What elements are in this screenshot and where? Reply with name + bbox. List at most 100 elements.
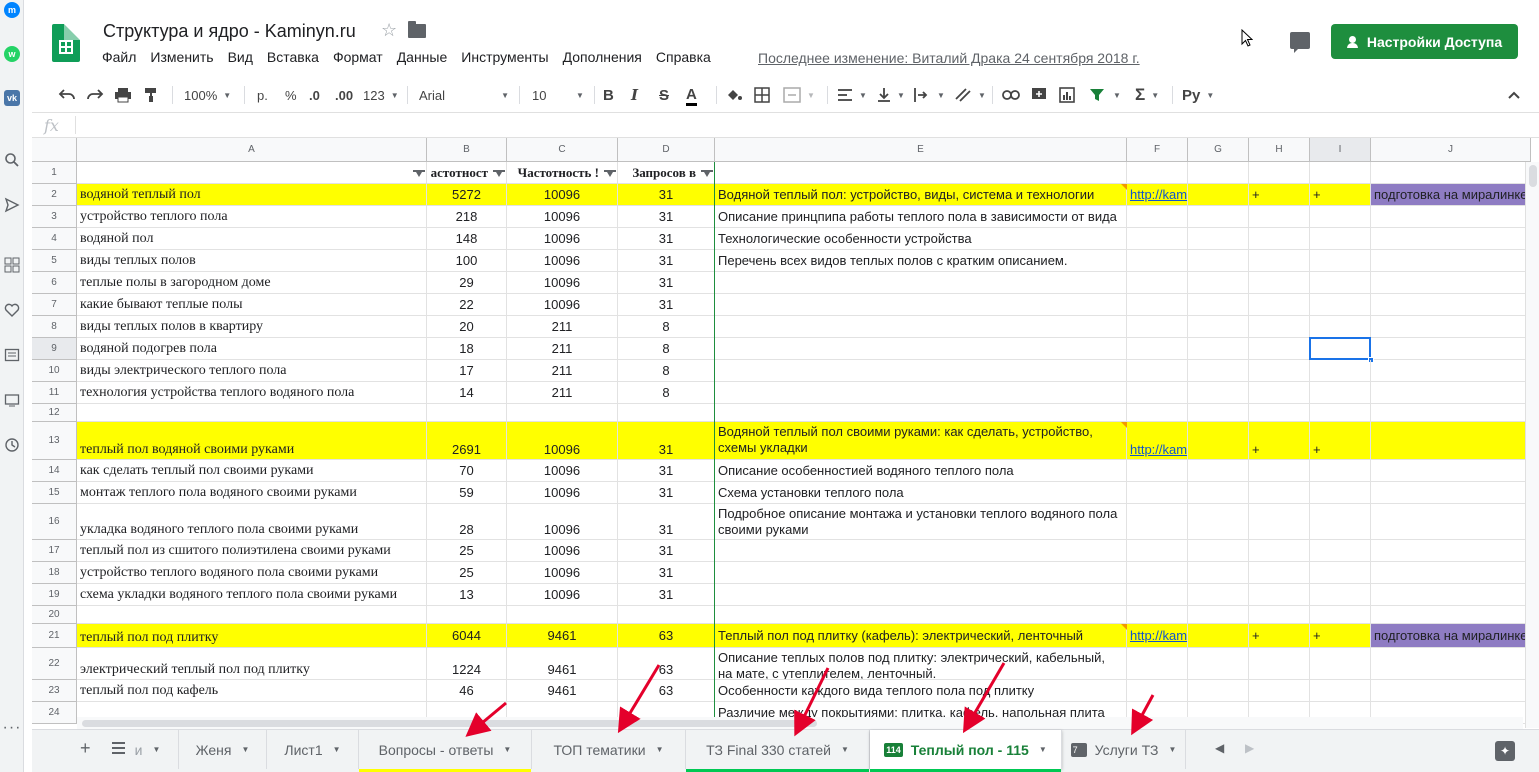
cell-i[interactable]: [1310, 482, 1371, 504]
cell-g[interactable]: [1188, 562, 1249, 584]
cell-e[interactable]: Схема установки теплого пола: [715, 482, 1127, 504]
cell-i[interactable]: [1310, 250, 1371, 272]
cell-i[interactable]: [1310, 460, 1371, 482]
cell-g[interactable]: [1188, 382, 1249, 404]
merge-cells-icon[interactable]: ▼: [783, 85, 815, 105]
filter-icon[interactable]: [1089, 85, 1105, 105]
cell-g[interactable]: [1188, 482, 1249, 504]
column-header-g[interactable]: G: [1188, 138, 1249, 162]
currency-button[interactable]: р.: [257, 85, 268, 105]
history-icon[interactable]: [2, 435, 22, 455]
strikethrough-button[interactable]: S: [659, 85, 669, 105]
whatsapp-icon[interactable]: w: [2, 44, 22, 64]
cell-j[interactable]: подготовка на миралинке: [1371, 184, 1531, 206]
cell-j[interactable]: [1371, 294, 1531, 316]
news-icon[interactable]: [2, 345, 22, 365]
chevron-down-icon[interactable]: ▼: [333, 745, 341, 754]
cell-a[interactable]: виды электрического теплого пола: [77, 360, 427, 382]
cell-c[interactable]: 211: [507, 338, 618, 360]
cell-f[interactable]: [1127, 482, 1188, 504]
cell-a[interactable]: какие бывают теплые полы: [77, 294, 427, 316]
column-header-b[interactable]: B: [427, 138, 507, 162]
cell-e[interactable]: Подробное описание монтажа и установки т…: [715, 504, 1127, 540]
cell-a[interactable]: [77, 404, 427, 422]
cell-e[interactable]: [715, 606, 1127, 624]
cell-i[interactable]: [1310, 584, 1371, 606]
cell-d[interactable]: 31: [618, 250, 715, 272]
cell-f[interactable]: [1127, 404, 1188, 422]
cell-f[interactable]: [1127, 250, 1188, 272]
row-header[interactable]: 19: [32, 584, 77, 606]
sheets-logo-icon[interactable]: [52, 24, 80, 62]
cell-j[interactable]: [1371, 606, 1531, 624]
cell-b[interactable]: 25: [427, 562, 507, 584]
cell-i[interactable]: [1310, 228, 1371, 250]
cell-h[interactable]: [1249, 272, 1310, 294]
cell-d[interactable]: 31: [618, 540, 715, 562]
scroll-tabs-right-icon[interactable]: ▶: [1245, 741, 1254, 755]
chevron-down-icon[interactable]: ▼: [152, 745, 160, 754]
horizontal-scroll-thumb[interactable]: [82, 720, 817, 727]
cell-a[interactable]: устройство теплого пола: [77, 206, 427, 228]
cell-e[interactable]: [715, 338, 1127, 360]
cell-f[interactable]: [1127, 680, 1188, 702]
chevron-down-icon[interactable]: ▼: [503, 745, 511, 754]
cell-g[interactable]: [1188, 360, 1249, 382]
cell-i[interactable]: [1310, 316, 1371, 338]
cell-h[interactable]: [1249, 294, 1310, 316]
cell-g[interactable]: [1188, 540, 1249, 562]
cell-h[interactable]: [1249, 360, 1310, 382]
cell-h[interactable]: [1249, 316, 1310, 338]
cell-j[interactable]: [1371, 228, 1531, 250]
cell-b[interactable]: [427, 404, 507, 422]
chevron-down-icon[interactable]: ▼: [656, 745, 664, 754]
cell-f[interactable]: [1127, 316, 1188, 338]
cell-h[interactable]: [1249, 382, 1310, 404]
cell-d[interactable]: 63: [618, 648, 715, 680]
cell-b[interactable]: 218: [427, 206, 507, 228]
sheet-tab[interactable]: 7 Услуги ТЗ ▼: [1062, 730, 1186, 769]
cell-h[interactable]: [1249, 504, 1310, 540]
cell-j[interactable]: [1371, 250, 1531, 272]
row-header[interactable]: 18: [32, 562, 77, 584]
cell-b[interactable]: 148: [427, 228, 507, 250]
cell-c[interactable]: 9461: [507, 648, 618, 680]
cell-d[interactable]: 31: [618, 228, 715, 250]
borders-icon[interactable]: [754, 85, 770, 105]
cell-c[interactable]: 10096: [507, 272, 618, 294]
cell-c[interactable]: 211: [507, 360, 618, 382]
cell-f[interactable]: [1127, 540, 1188, 562]
cell-e[interactable]: [715, 540, 1127, 562]
formula-bar[interactable]: fx: [32, 113, 1539, 138]
cell-c[interactable]: 10096: [507, 460, 618, 482]
menu-insert[interactable]: Вставка: [267, 49, 319, 65]
cell-j[interactable]: [1371, 584, 1531, 606]
cell-d[interactable]: 8: [618, 338, 715, 360]
cell-a[interactable]: электрический теплый пол под плитку: [77, 648, 427, 680]
cell-j[interactable]: [1371, 482, 1531, 504]
cell-i[interactable]: [1310, 360, 1371, 382]
row-header[interactable]: 1: [32, 162, 77, 184]
row-header[interactable]: 15: [32, 482, 77, 504]
cell-d[interactable]: 63: [618, 680, 715, 702]
cell-h[interactable]: +: [1249, 624, 1310, 648]
selected-cell-outline[interactable]: [1309, 337, 1371, 360]
cell-d[interactable]: 31: [618, 504, 715, 540]
folder-icon[interactable]: [408, 21, 426, 38]
cell-i[interactable]: +: [1310, 422, 1371, 460]
cell-e[interactable]: [715, 294, 1127, 316]
cell-i[interactable]: [1310, 648, 1371, 680]
row-header[interactable]: 21: [32, 624, 77, 648]
menu-file[interactable]: Файл: [102, 49, 136, 65]
cell-j[interactable]: [1371, 540, 1531, 562]
cell-f[interactable]: [1127, 460, 1188, 482]
cell-b[interactable]: 2691: [427, 422, 507, 460]
cell-b[interactable]: 1224: [427, 648, 507, 680]
cell-d[interactable]: 31: [618, 460, 715, 482]
cell-d[interactable]: 8: [618, 382, 715, 404]
cell-c[interactable]: 10096: [507, 206, 618, 228]
sheet-tab[interactable]: Женя ▼: [179, 730, 267, 769]
filter-views-chevron-icon[interactable]: ▼: [1113, 85, 1121, 105]
cell-g[interactable]: [1188, 294, 1249, 316]
cell-d[interactable]: 31: [618, 272, 715, 294]
